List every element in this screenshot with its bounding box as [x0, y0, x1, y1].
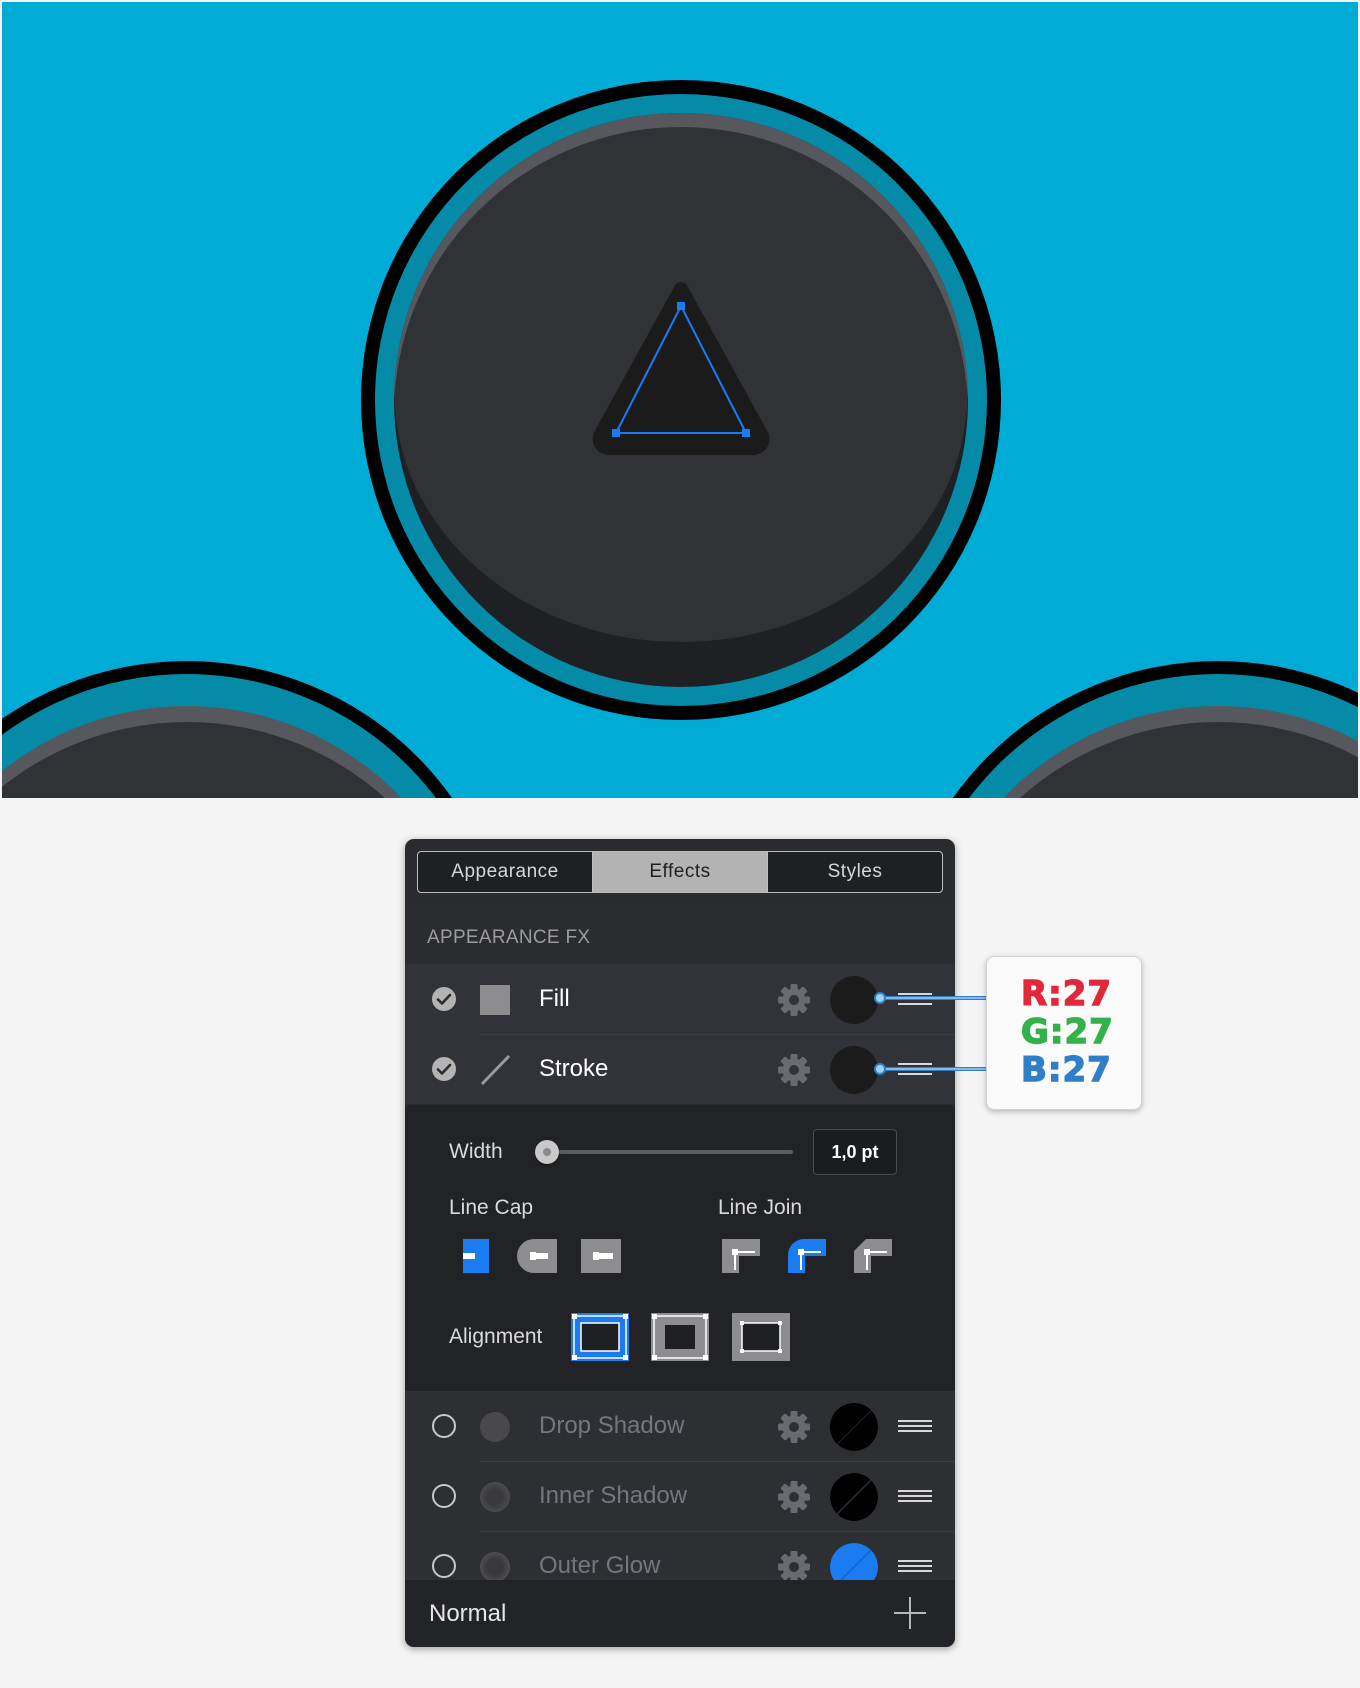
- gear-icon[interactable]: [777, 1410, 811, 1444]
- tab-effects[interactable]: Effects: [593, 852, 768, 892]
- gear-icon[interactable]: [777, 1480, 811, 1514]
- cap-butt-button[interactable]: [463, 1239, 489, 1273]
- section-header: APPEARANCE FX: [405, 905, 955, 964]
- callout-leader-lines: [874, 992, 988, 1075]
- drag-handle-icon[interactable]: [898, 1487, 932, 1505]
- callout-green-value: G:27: [1020, 1012, 1114, 1052]
- fx-label-drop-shadow: Drop Shadow: [539, 1412, 685, 1439]
- add-effect-icon[interactable]: [894, 1597, 926, 1629]
- align-outside-button[interactable]: [732, 1313, 790, 1361]
- fx-row-stroke[interactable]: Stroke: [405, 1034, 955, 1104]
- fx-label-fill: Fill: [539, 985, 570, 1012]
- panel-tabs: Appearance Effects Styles: [417, 851, 943, 893]
- drag-handle-icon[interactable]: [898, 1557, 932, 1575]
- tab-appearance[interactable]: Appearance: [418, 852, 593, 892]
- panel-footer: Normal: [405, 1580, 955, 1647]
- fx-label-inner-shadow: Inner Shadow: [539, 1482, 688, 1509]
- callout-blue-value: B:27: [1020, 1050, 1112, 1090]
- align-center-button[interactable]: [651, 1313, 709, 1361]
- fx-label-outer-glow: Outer Glow: [539, 1552, 661, 1579]
- stroke-line-icon: [480, 1054, 511, 1086]
- join-round-button[interactable]: [788, 1239, 826, 1273]
- left-knob-partial: [2, 661, 453, 798]
- outer-glow-icon: [480, 1552, 510, 1582]
- line-cap-label: Line Cap: [449, 1196, 534, 1219]
- width-label: Width: [449, 1140, 503, 1163]
- inner-shadow-icon: [480, 1482, 510, 1512]
- fx-row-fill[interactable]: Fill: [405, 964, 955, 1034]
- checkmark-icon[interactable]: [432, 1057, 456, 1081]
- stroke-options: Width 1,0 pt Line Cap Line Join Alignmen…: [405, 1105, 955, 1391]
- fill-color-swatch[interactable]: [830, 976, 878, 1024]
- line-join-label: Line Join: [718, 1196, 803, 1219]
- inner-shadow-color-swatch[interactable]: [830, 1473, 878, 1521]
- stroke-color-swatch[interactable]: [830, 1046, 878, 1094]
- fill-square-icon: [480, 985, 510, 1015]
- width-value-field[interactable]: 1,0 pt: [813, 1129, 897, 1175]
- cap-round-button[interactable]: [517, 1239, 557, 1273]
- drop-shadow-icon: [480, 1412, 510, 1442]
- fx-row-drop-shadow[interactable]: Drop Shadow: [405, 1391, 955, 1461]
- align-inside-button[interactable]: [571, 1313, 629, 1361]
- unchecked-circle-icon[interactable]: [432, 1484, 456, 1508]
- fx-row-inner-shadow[interactable]: Inner Shadow: [405, 1461, 955, 1531]
- blend-mode-selector[interactable]: Normal: [429, 1600, 506, 1628]
- gear-icon[interactable]: [777, 1053, 811, 1087]
- join-bevel-button[interactable]: [854, 1239, 892, 1273]
- right-knob-partial: [952, 661, 1358, 798]
- unchecked-circle-icon[interactable]: [432, 1414, 456, 1438]
- checkmark-icon[interactable]: [432, 987, 456, 1011]
- appearance-panel: Appearance Effects Styles APPEARANCE FX …: [405, 839, 955, 1647]
- color-value-callout: R:27 G:27 B:27: [986, 956, 1142, 1110]
- section-title: APPEARANCE FX: [427, 927, 591, 948]
- main-knob[interactable]: [351, 80, 1011, 752]
- join-miter-button[interactable]: [722, 1239, 760, 1273]
- artwork: [2, 80, 1358, 798]
- gear-icon[interactable]: [777, 1550, 811, 1584]
- drop-shadow-color-swatch[interactable]: [830, 1403, 878, 1451]
- cap-square-button[interactable]: [581, 1239, 621, 1273]
- alignment-label: Alignment: [449, 1325, 543, 1348]
- tab-styles[interactable]: Styles: [768, 852, 942, 892]
- width-slider-track[interactable]: [535, 1150, 793, 1154]
- gear-icon[interactable]: [777, 983, 811, 1017]
- callout-red-value: R:27: [1020, 974, 1113, 1014]
- unchecked-circle-icon[interactable]: [432, 1554, 456, 1578]
- fx-label-stroke: Stroke: [539, 1055, 609, 1082]
- width-slider-knob[interactable]: [535, 1140, 559, 1164]
- artboard-canvas[interactable]: [2, 2, 1358, 798]
- drag-handle-icon[interactable]: [898, 1417, 932, 1435]
